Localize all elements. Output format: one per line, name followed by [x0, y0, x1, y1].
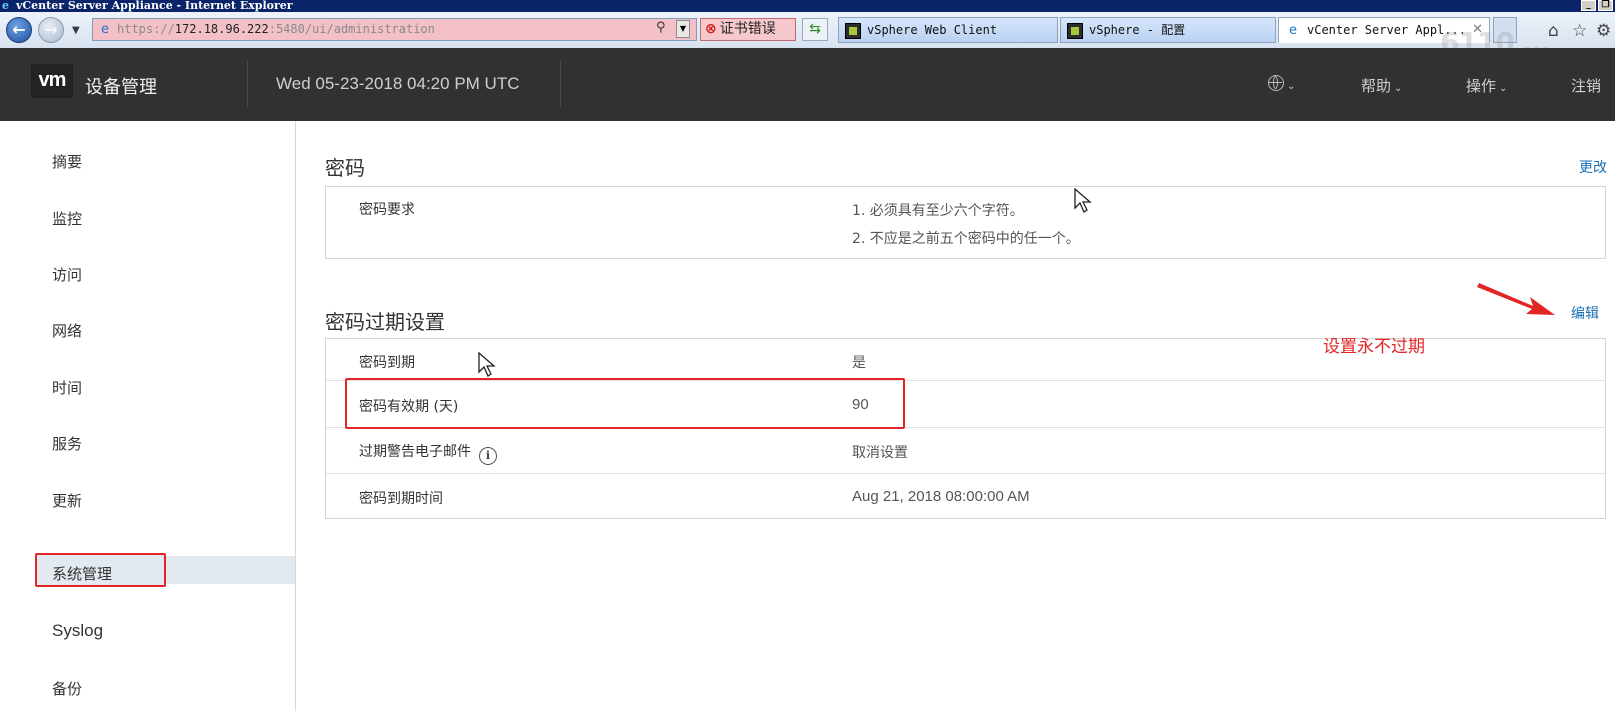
window-titlebar: e vCenter Server Appliance - Internet Ex… [0, 0, 1615, 12]
app-title: 设备管理 [85, 77, 157, 98]
chevron-down-icon: ⌄ [1287, 81, 1296, 92]
chevron-down-icon: ⌄ [1394, 83, 1403, 94]
sidebar-item-services[interactable]: 服务 [52, 433, 82, 454]
favorites-star-icon[interactable]: ☆ [1572, 21, 1587, 41]
header-datetime: Wed 05-23-2018 04:20 PM UTC [276, 74, 520, 93]
browser-toolbar: ← → ▼ e https://172.18.96.222:5480/ui/adm… [0, 12, 1615, 49]
edit-expiration-link[interactable]: 编辑 [1571, 303, 1599, 323]
expiration-row-value: 是 [852, 355, 866, 371]
warning-email-label: 过期警告电子邮件 i [359, 441, 497, 465]
sidebar-active-highlight [160, 556, 295, 584]
refresh-button[interactable]: ⇆ [802, 18, 828, 41]
minimize-button[interactable]: _ [1581, 0, 1596, 11]
info-icon[interactable]: i [479, 447, 497, 465]
forward-button[interactable]: → [38, 17, 64, 43]
url-scheme: https:// [117, 22, 175, 36]
globe-icon [1268, 75, 1284, 91]
actions-menu[interactable]: 操作 ⌄ [1466, 75, 1507, 96]
warning-email-value: 取消设置 [852, 445, 908, 461]
shield-error-icon: ⊗ [705, 21, 717, 37]
sidebar-item-access[interactable]: 访问 [52, 264, 82, 285]
expiration-date-value: Aug 21, 2018 08:00:00 AM [852, 488, 1030, 505]
certificate-error-label: 证书错误 [719, 21, 776, 37]
back-button[interactable]: ← [6, 17, 32, 43]
chevron-down-icon: ⌄ [1499, 83, 1508, 94]
sidebar-item-syslog[interactable]: Syslog [52, 621, 103, 641]
expiration-row-label: 密码到期 [359, 355, 415, 371]
tab-label: vSphere - 配置 [1089, 23, 1186, 37]
tab-vsphere-web-client[interactable]: vSphere Web Client [838, 17, 1058, 43]
annotation-arrow-icon [1477, 283, 1555, 315]
sidebar-item-administration[interactable]: 系统管理 [52, 563, 112, 584]
window-title: vCenter Server Appliance - Internet Expl… [16, 0, 293, 12]
url-path: :5480/ui/administration [268, 22, 435, 36]
restore-button[interactable]: ❐ [1598, 0, 1613, 11]
url-host: 172.18.96.222 [174, 22, 269, 36]
mouse-cursor-icon [1074, 188, 1092, 213]
sidebar-item-time[interactable]: 时间 [52, 377, 82, 398]
ie-logo-icon: e [2, 0, 9, 12]
help-menu-label: 帮助 [1361, 77, 1392, 95]
address-dropdown-icon[interactable]: ▼ [676, 20, 690, 38]
sidebar-item-networking[interactable]: 网络 [52, 320, 82, 341]
expiration-date-label: 密码到期时间 [359, 491, 443, 507]
vsphere-icon [1067, 22, 1083, 39]
vmware-logo: vm [31, 64, 73, 98]
tab-label: vSphere Web Client [867, 23, 998, 37]
refresh-icon: ⇆ [809, 21, 821, 37]
warning-email-label-text: 过期警告电子邮件 [359, 444, 471, 460]
header-divider [560, 60, 561, 107]
tools-gear-icon[interactable]: ⚙ [1596, 21, 1611, 41]
ie-page-icon: e [1289, 22, 1297, 38]
sidebar-item-update[interactable]: 更新 [52, 490, 82, 511]
row-divider [326, 473, 1605, 474]
logout-link[interactable]: 注销 [1571, 75, 1601, 96]
change-password-link[interactable]: 更改 [1579, 157, 1607, 177]
app-header: vm 设备管理 Wed 05-23-2018 04:20 PM UTC ⌄ 帮助… [0, 48, 1615, 121]
password-requirement-item: 1. 必须具有至少六个字符。 [852, 203, 1024, 219]
mouse-cursor-icon [478, 352, 496, 377]
address-bar[interactable]: e https://172.18.96.222:5480/ui/administr… [92, 18, 697, 41]
tab-vsphere-config[interactable]: vSphere - 配置 [1060, 17, 1276, 43]
annotation-highlight-box [345, 378, 905, 429]
sidebar-item-summary[interactable]: 摘要 [52, 151, 82, 172]
vsphere-icon [845, 22, 861, 39]
password-section-title: 密码 [325, 156, 365, 180]
sidebar-item-monitor[interactable]: 监控 [52, 208, 82, 229]
help-menu[interactable]: 帮助 ⌄ [1361, 75, 1402, 96]
password-requirement-item: 2. 不应是之前五个密码中的任一个。 [852, 231, 1080, 247]
header-divider [247, 60, 248, 107]
password-requirements-panel [325, 186, 1606, 259]
certificate-error-button[interactable]: ⊗ 证书错误 [700, 18, 796, 41]
sidebar-item-backup[interactable]: 备份 [52, 678, 82, 699]
annotation-text: 设置永不过期 [1323, 337, 1425, 357]
search-icon[interactable]: ⚲ [656, 20, 666, 35]
sidebar-nav: 摘要 监控 访问 网络 时间 服务 更新 系统管理 Syslog 备份 [0, 121, 296, 711]
history-dropdown-icon[interactable]: ▼ [72, 25, 80, 36]
expiration-section-title: 密码过期设置 [325, 310, 445, 334]
language-menu[interactable]: ⌄ [1268, 75, 1295, 93]
actions-menu-label: 操作 [1466, 77, 1497, 95]
password-requirements-label: 密码要求 [359, 202, 415, 218]
page-icon: e [101, 22, 109, 37]
